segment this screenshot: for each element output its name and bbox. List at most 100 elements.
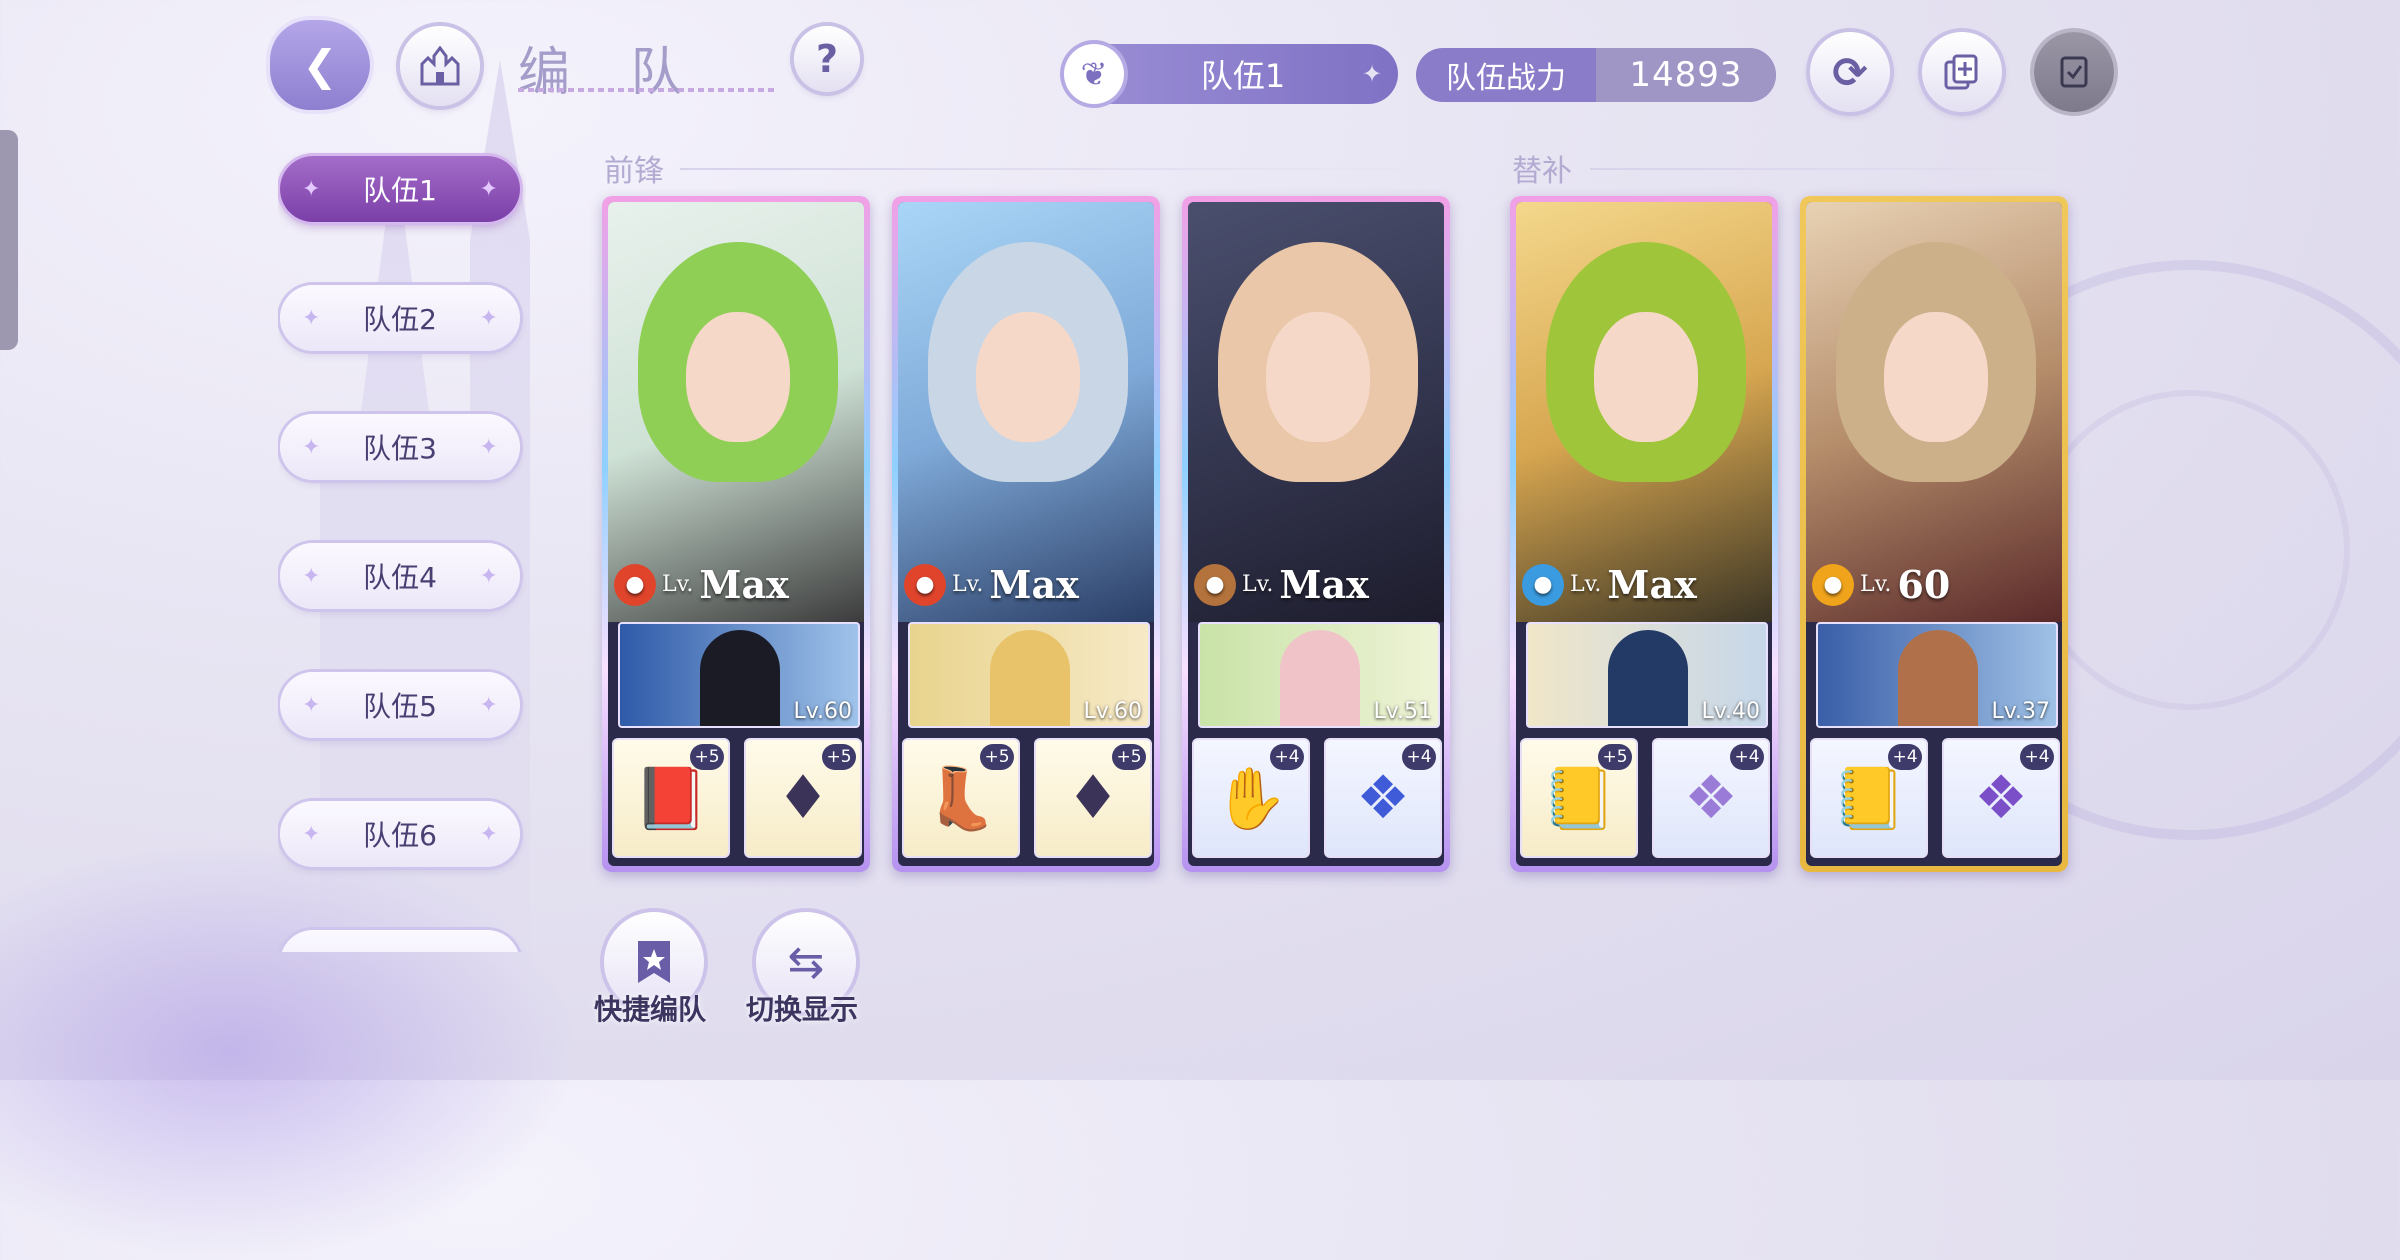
level-value: Max xyxy=(1607,562,1697,607)
portrait-face xyxy=(976,312,1080,442)
side-pull-tab[interactable] xyxy=(0,130,18,350)
team-power: 队伍战力 14893 xyxy=(1416,48,1776,102)
castle-home-icon xyxy=(420,46,460,86)
equip-slot-2[interactable]: ❖ +4 xyxy=(1652,738,1770,858)
partner-slot[interactable]: Lv.37 xyxy=(1816,622,2058,728)
title-underline xyxy=(518,88,778,92)
equip-slot-1[interactable]: 📒 +4 xyxy=(1810,738,1928,858)
spark-icon: ✦ xyxy=(479,305,498,331)
character-portrait xyxy=(1188,202,1444,622)
refresh-button[interactable]: ⟳ xyxy=(1810,32,1890,112)
spark-icon: ✦ xyxy=(302,692,321,718)
equip-slot-2[interactable]: ❖ +4 xyxy=(1942,738,2060,858)
character-card-3[interactable]: ● Lv. Max Lv.51 ✋ +4 ❖ +4 xyxy=(1182,196,1450,872)
enhance-badge: +5 xyxy=(690,744,724,770)
level-prefix: Lv. xyxy=(662,572,694,597)
partner-slot[interactable]: Lv.51 xyxy=(1198,622,1440,728)
partner-level: Lv.60 xyxy=(1083,699,1142,724)
help-button[interactable]: ? xyxy=(794,26,860,92)
quick-formation-label: 快捷编队 xyxy=(594,993,707,1026)
enhance-badge: +5 xyxy=(1598,744,1632,770)
spark-icon: ✦ xyxy=(302,563,321,589)
enhance-badge: +5 xyxy=(822,744,856,770)
dropdown-spark-icon: ✦ xyxy=(1362,60,1383,88)
page-title: 编 队 xyxy=(518,43,705,103)
level-value: Max xyxy=(989,562,1079,607)
spark-icon: ✦ xyxy=(479,176,498,202)
equip-slot-1[interactable]: ✋ +4 xyxy=(1192,738,1310,858)
character-card-1[interactable]: ● Lv. Max Lv.60 📕 +5 ♦ +5 xyxy=(602,196,870,872)
level-prefix: Lv. xyxy=(1860,572,1892,597)
home-button[interactable] xyxy=(400,26,480,106)
team-item-label: 队伍4 xyxy=(363,561,437,594)
level-row: ● Lv. Max xyxy=(904,562,1079,607)
question-icon: ? xyxy=(815,37,839,81)
swap-arrows-icon: ⇆ xyxy=(787,936,825,988)
partner-portrait xyxy=(1280,630,1360,726)
earring-blue-icon: ❖ xyxy=(1974,763,2028,833)
team-item-label: 队伍2 xyxy=(363,303,437,336)
team-item-4[interactable]: ✦ 队伍4 ✦ xyxy=(280,543,520,609)
spark-icon: ✦ xyxy=(479,563,498,589)
character-card-5[interactable]: ● Lv. 60 Lv.37 📒 +4 ❖ +4 xyxy=(1800,196,2068,872)
spark-icon: ✦ xyxy=(479,434,498,460)
equip-slot-1[interactable]: 📒 +5 xyxy=(1520,738,1638,858)
team-item-2[interactable]: ✦ 队伍2 ✦ xyxy=(280,285,520,351)
copy-add-icon xyxy=(1944,54,1978,90)
partner-slot[interactable]: Lv.60 xyxy=(618,622,860,728)
team-list: ✦ 队伍1 ✦ ✦ 队伍2 ✦ ✦ 队伍3 ✦ ✦ 队伍4 ✦ ✦ 队伍5 ✦ … xyxy=(278,152,526,952)
portrait-face xyxy=(686,312,790,442)
spark-icon: ✦ xyxy=(479,821,498,847)
character-card-4[interactable]: ● Lv. Max Lv.40 📒 +5 ❖ +4 xyxy=(1510,196,1778,872)
refresh-icon: ⟳ xyxy=(1832,47,1868,97)
level-value: 60 xyxy=(1897,562,1951,607)
back-button[interactable]: ❮ xyxy=(270,20,370,110)
equip-slot-1[interactable]: 👢 +5 xyxy=(902,738,1020,858)
copy-team-button[interactable] xyxy=(1922,32,2002,112)
level-row: ● Lv. Max xyxy=(1194,562,1369,607)
confirm-team-button[interactable] xyxy=(2034,32,2114,112)
spark-icon: ✦ xyxy=(302,434,321,460)
check-clipboard-icon xyxy=(2060,56,2088,88)
earring-blue-icon: ❖ xyxy=(1356,763,1410,833)
equip-slot-2[interactable]: ❖ +4 xyxy=(1324,738,1442,858)
portrait-face xyxy=(1594,312,1698,442)
team-item-1[interactable]: ✦ 队伍1 ✦ xyxy=(280,156,520,222)
level-row: ● Lv. Max xyxy=(614,562,789,607)
enhance-badge: +4 xyxy=(1402,744,1436,770)
element-light-icon: ● xyxy=(1812,563,1854,606)
level-prefix: Lv. xyxy=(952,572,984,597)
team-item-6[interactable]: ✦ 队伍6 ✦ xyxy=(280,801,520,867)
section-front-divider xyxy=(680,168,1460,170)
partner-portrait xyxy=(700,630,780,726)
glove-icon: ✋ xyxy=(1213,763,1289,834)
element-fire-icon: ● xyxy=(904,563,946,606)
switch-display-label: 切换显示 xyxy=(746,993,859,1026)
section-sub-divider xyxy=(1590,168,2070,170)
feather-icon: ❦ xyxy=(1064,44,1124,104)
level-prefix: Lv. xyxy=(1570,572,1602,597)
enhance-badge: +5 xyxy=(980,744,1014,770)
team-item-7[interactable] xyxy=(280,930,520,952)
equip-slot-1[interactable]: 📕 +5 xyxy=(612,738,730,858)
equip-slot-2[interactable]: ♦ +5 xyxy=(1034,738,1152,858)
enhance-badge: +4 xyxy=(1888,744,1922,770)
team-item-3[interactable]: ✦ 队伍3 ✦ xyxy=(280,414,520,480)
spark-icon: ✦ xyxy=(302,821,321,847)
team-item-label: 队伍3 xyxy=(363,432,437,465)
partner-slot[interactable]: Lv.40 xyxy=(1526,622,1768,728)
character-portrait xyxy=(898,202,1154,622)
equip-slot-2[interactable]: ♦ +5 xyxy=(744,738,862,858)
level-value: Max xyxy=(1279,562,1369,607)
character-card-2[interactable]: ● Lv. Max Lv.60 👢 +5 ♦ +5 xyxy=(892,196,1160,872)
partner-slot[interactable]: Lv.60 xyxy=(908,622,1150,728)
partner-level: Lv.40 xyxy=(1701,699,1760,724)
enhance-badge: +5 xyxy=(1112,744,1146,770)
earring-icon: ♦ xyxy=(776,763,830,833)
team-item-5[interactable]: ✦ 队伍5 ✦ xyxy=(280,672,520,738)
level-row: ● Lv. Max xyxy=(1522,562,1697,607)
element-fire-icon: ● xyxy=(614,563,656,606)
book-icon: 📒 xyxy=(1831,763,1907,834)
book-icon: 📕 xyxy=(633,763,709,834)
team-selector[interactable]: ❦ 队伍1 ✦ xyxy=(1064,44,1398,104)
